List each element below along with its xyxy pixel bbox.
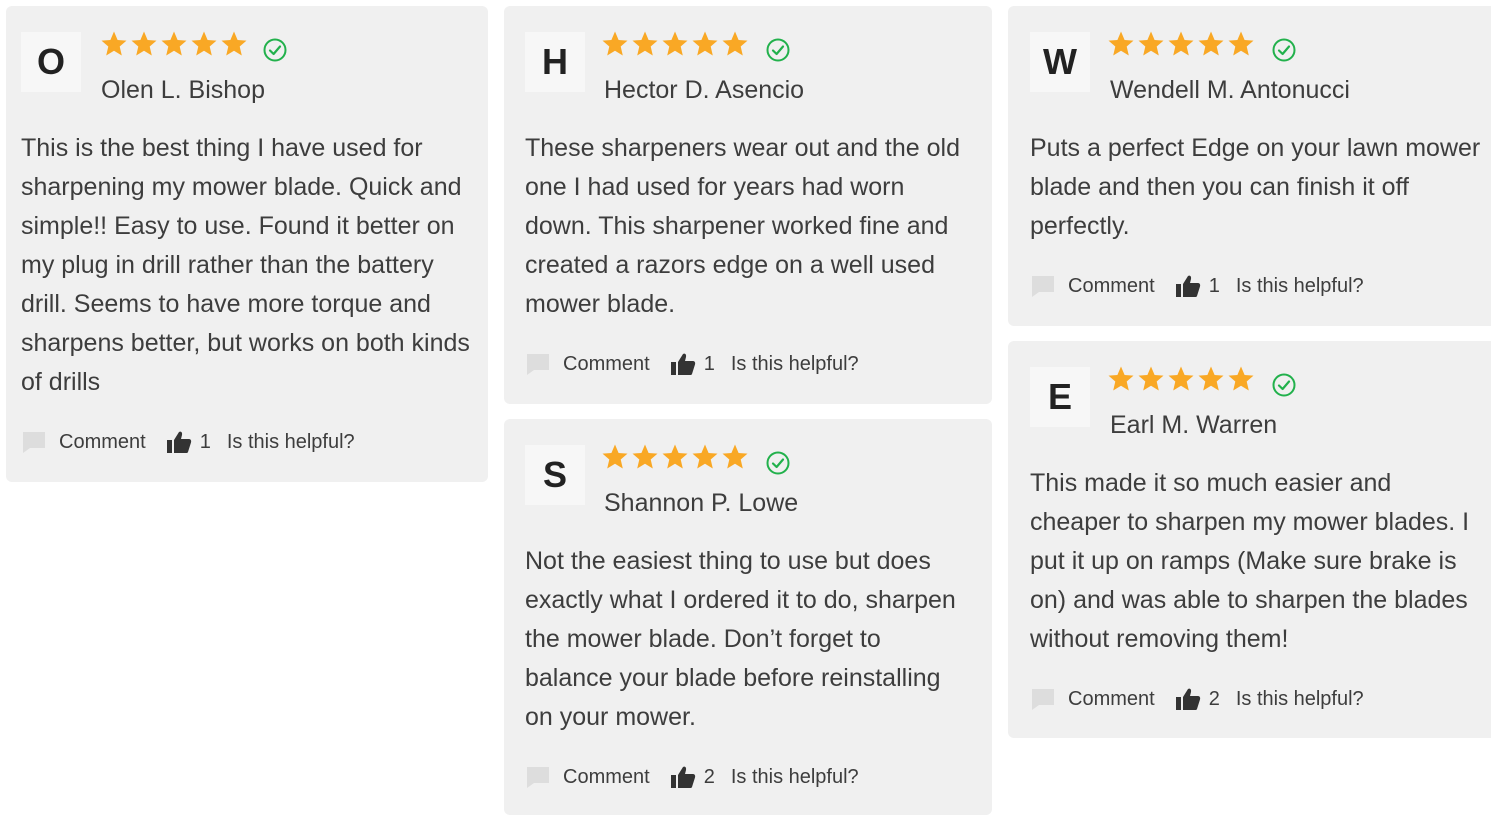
star-icon	[602, 31, 628, 56]
comment-icon[interactable]	[1030, 687, 1056, 711]
verified-check-icon	[766, 38, 790, 62]
avatar: H	[525, 32, 585, 92]
review-actions: Comment 1 Is this helpful?	[21, 430, 355, 454]
star-icon	[722, 31, 748, 56]
star-icon	[161, 31, 187, 56]
star-icon	[662, 31, 688, 56]
star-icon	[632, 31, 658, 56]
avatar: W	[1030, 32, 1090, 92]
star-rating	[1107, 365, 1255, 393]
star-icon	[692, 444, 718, 469]
star-icon	[191, 31, 217, 56]
reviewer-name: Shannon P. Lowe	[604, 489, 799, 517]
comment-button[interactable]: Comment	[1068, 275, 1155, 298]
star-icon	[662, 444, 688, 469]
helpful-count: 1	[1208, 274, 1220, 297]
star-icon	[1138, 31, 1164, 56]
thumbs-up-icon[interactable]	[166, 430, 192, 454]
review-text: This is the best thing I have used for s…	[21, 134, 470, 396]
helpful-count: 1	[199, 430, 211, 453]
review-card: E Earl M. Warren This made it so much ea…	[1008, 341, 1491, 738]
star-icon	[221, 31, 247, 56]
review-card: S Shannon P. Lowe Not the easiest thing …	[504, 419, 992, 815]
review-text: These sharpeners wear out and the old on…	[525, 134, 960, 318]
thumbs-up-icon[interactable]	[670, 352, 696, 376]
comment-icon[interactable]	[21, 430, 47, 454]
review-card: W Wendell M. Antonucci Puts a perfect Ed…	[1008, 6, 1491, 326]
review-text: This made it so much easier and cheaper …	[1030, 469, 1470, 653]
avatar: E	[1030, 367, 1090, 427]
star-icon	[1228, 366, 1254, 391]
avatar: S	[525, 445, 585, 505]
helpful-count: 2	[1208, 687, 1220, 710]
thumbs-up-icon[interactable]	[1175, 687, 1201, 711]
comment-button[interactable]: Comment	[563, 766, 650, 789]
review-text: Puts a perfect Edge on your lawn mower b…	[1030, 134, 1481, 240]
star-icon	[632, 444, 658, 469]
helpful-link[interactable]: Is this helpful?	[1236, 275, 1364, 298]
star-rating	[601, 30, 749, 58]
thumbs-up-icon[interactable]	[1175, 274, 1201, 298]
comment-icon[interactable]	[525, 765, 551, 789]
star-rating	[100, 30, 248, 58]
reviewer-name: Earl M. Warren	[1110, 411, 1278, 439]
star-icon	[1138, 366, 1164, 391]
comment-button[interactable]: Comment	[1068, 688, 1155, 711]
review-actions: Comment 2 Is this helpful?	[525, 765, 859, 789]
review-card: H Hector D. Asencio These sharpeners wea…	[504, 6, 992, 404]
reviewer-name: Wendell M. Antonucci	[1110, 76, 1350, 104]
star-icon	[722, 444, 748, 469]
star-icon	[131, 31, 157, 56]
comment-icon[interactable]	[1030, 274, 1056, 298]
comment-button[interactable]: Comment	[563, 353, 650, 376]
avatar: O	[21, 32, 81, 92]
star-icon	[1198, 31, 1224, 56]
helpful-link[interactable]: Is this helpful?	[731, 766, 859, 789]
verified-check-icon	[1272, 373, 1296, 397]
star-icon	[1168, 31, 1194, 56]
comment-button[interactable]: Comment	[59, 431, 146, 454]
star-icon	[101, 31, 127, 56]
star-icon	[1108, 31, 1134, 56]
helpful-link[interactable]: Is this helpful?	[1236, 688, 1364, 711]
verified-check-icon	[766, 451, 790, 475]
review-actions: Comment 1 Is this helpful?	[525, 352, 859, 376]
star-rating	[601, 443, 749, 471]
reviewer-name: Hector D. Asencio	[604, 76, 805, 104]
helpful-link[interactable]: Is this helpful?	[227, 431, 355, 454]
reviewer-name: Olen L. Bishop	[101, 76, 265, 104]
review-card: O Olen L. Bishop This is the best thing …	[6, 6, 488, 482]
star-icon	[692, 31, 718, 56]
comment-icon[interactable]	[525, 352, 551, 376]
helpful-link[interactable]: Is this helpful?	[731, 353, 859, 376]
star-icon	[602, 444, 628, 469]
verified-check-icon	[1272, 38, 1296, 62]
star-icon	[1198, 366, 1224, 391]
review-actions: Comment 1 Is this helpful?	[1030, 274, 1364, 298]
verified-check-icon	[263, 38, 287, 62]
helpful-count: 2	[703, 765, 715, 788]
star-rating	[1107, 30, 1255, 58]
star-icon	[1108, 366, 1134, 391]
star-icon	[1168, 366, 1194, 391]
thumbs-up-icon[interactable]	[670, 765, 696, 789]
review-actions: Comment 2 Is this helpful?	[1030, 687, 1364, 711]
review-text: Not the easiest thing to use but does ex…	[525, 547, 956, 731]
star-icon	[1228, 31, 1254, 56]
helpful-count: 1	[703, 352, 715, 375]
